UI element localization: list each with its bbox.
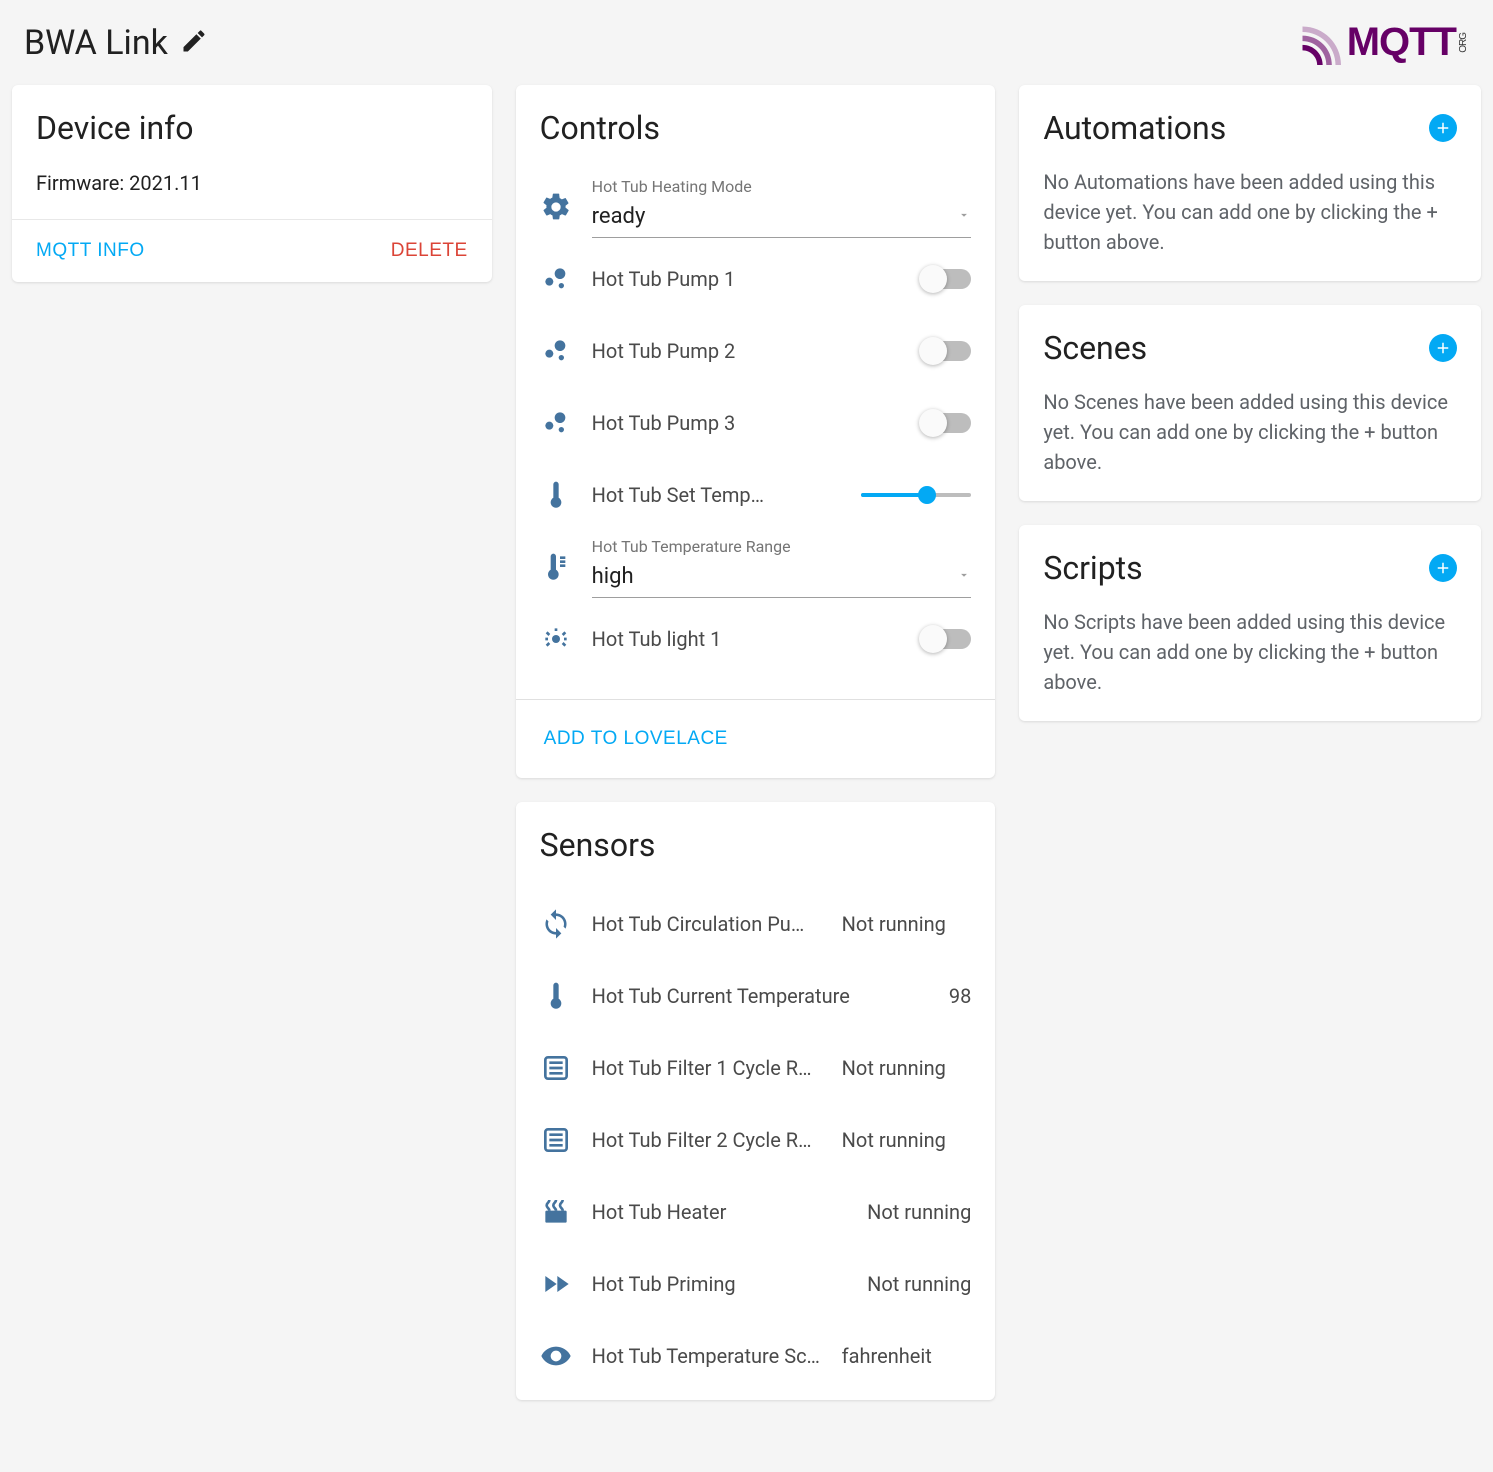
fast-forward-icon xyxy=(540,1268,572,1300)
thermometer-icon xyxy=(540,980,572,1012)
sensor-row: Hot Tub Heater Not running xyxy=(540,1176,972,1248)
add-scene-button[interactable] xyxy=(1429,334,1457,362)
bubbles-icon xyxy=(540,263,572,295)
sensors-card: Sensors Hot Tub Circulation Pu… Not runn… xyxy=(516,802,996,1400)
pump2-label: Hot Tub Pump 2 xyxy=(592,339,902,363)
page-title: BWA Link xyxy=(24,23,168,63)
heating-mode-row: Hot Tub Heating Mode ready xyxy=(540,171,972,243)
mqtt-wave-icon xyxy=(1297,21,1341,65)
sensor-row: Hot Tub Filter 1 Cycle R… Not running xyxy=(540,1032,972,1104)
add-automation-button[interactable] xyxy=(1429,114,1457,142)
delete-button[interactable]: DELETE xyxy=(391,234,468,268)
automations-title: Automations xyxy=(1043,109,1226,147)
set-temp-label: Hot Tub Set Temp… xyxy=(592,483,842,507)
scripts-title: Scripts xyxy=(1043,549,1142,587)
set-temp-slider[interactable] xyxy=(861,493,971,497)
scenes-card: Scenes No Scenes have been added using t… xyxy=(1019,305,1481,501)
add-to-lovelace-button[interactable]: ADD TO LOVELACE xyxy=(544,722,728,756)
sensor-row: Hot Tub Priming Not running xyxy=(540,1248,972,1320)
pump3-label: Hot Tub Pump 3 xyxy=(592,411,902,435)
automations-card: Automations No Automations have been add… xyxy=(1019,85,1481,281)
sensor-row: Hot Tub Temperature Sc… fahrenheit xyxy=(540,1320,972,1392)
edit-title-icon[interactable] xyxy=(180,27,208,59)
chevron-down-icon xyxy=(957,207,971,226)
eye-icon xyxy=(540,1340,572,1372)
temp-range-row: Hot Tub Temperature Range high xyxy=(540,531,972,603)
sensors-title: Sensors xyxy=(540,826,972,864)
pump1-switch[interactable] xyxy=(921,269,971,289)
temp-range-select[interactable]: high xyxy=(592,560,972,598)
controls-title: Controls xyxy=(540,109,972,147)
filter-icon xyxy=(540,1124,572,1156)
logo-text: MQTT xyxy=(1347,20,1456,65)
mqtt-info-button[interactable]: MQTT INFO xyxy=(36,234,145,268)
logo-suffix: ORG xyxy=(1458,33,1469,53)
chevron-down-icon xyxy=(957,567,971,586)
filter-icon xyxy=(540,1052,572,1084)
heating-mode-select[interactable]: ready xyxy=(592,200,972,238)
pump1-label: Hot Tub Pump 1 xyxy=(592,267,902,291)
heating-mode-label: Hot Tub Heating Mode xyxy=(592,177,972,196)
pump3-row: Hot Tub Pump 3 xyxy=(540,387,972,459)
sync-icon xyxy=(540,908,572,940)
thermometer-icon xyxy=(540,479,572,511)
light1-switch[interactable] xyxy=(921,629,971,649)
scripts-card: Scripts No Scripts have been added using… xyxy=(1019,525,1481,721)
mqtt-logo: MQTT ORG xyxy=(1297,20,1469,65)
firmware-row: Firmware: 2021.11 xyxy=(36,171,468,195)
pump2-switch[interactable] xyxy=(921,341,971,361)
gear-icon xyxy=(540,191,572,223)
light1-label: Hot Tub light 1 xyxy=(592,627,902,651)
device-info-card: Device info Firmware: 2021.11 MQTT INFO … xyxy=(12,85,492,282)
pump2-row: Hot Tub Pump 2 xyxy=(540,315,972,387)
add-script-button[interactable] xyxy=(1429,554,1457,582)
device-info-title: Device info xyxy=(36,109,468,147)
sensor-row: Hot Tub Current Temperature 98 xyxy=(540,960,972,1032)
controls-card: Controls Hot Tub Heating Mode ready xyxy=(516,85,996,778)
pump3-switch[interactable] xyxy=(921,413,971,433)
sensor-row: Hot Tub Filter 2 Cycle R… Not running xyxy=(540,1104,972,1176)
heater-icon xyxy=(540,1196,572,1228)
scenes-empty-text: No Scenes have been added using this dev… xyxy=(1043,387,1457,477)
temp-range-label: Hot Tub Temperature Range xyxy=(592,537,972,556)
light-icon xyxy=(540,623,572,655)
pump1-row: Hot Tub Pump 1 xyxy=(540,243,972,315)
scripts-empty-text: No Scripts have been added using this de… xyxy=(1043,607,1457,697)
bubbles-icon xyxy=(540,407,572,439)
sensor-row: Hot Tub Circulation Pu… Not running xyxy=(540,888,972,960)
set-temp-row: Hot Tub Set Temp… xyxy=(540,459,972,531)
scenes-title: Scenes xyxy=(1043,329,1147,367)
bubbles-icon xyxy=(540,335,572,367)
automations-empty-text: No Automations have been added using thi… xyxy=(1043,167,1457,257)
page-header: BWA Link MQTT ORG xyxy=(12,12,1481,85)
light1-row: Hot Tub light 1 xyxy=(540,603,972,675)
thermometer-lines-icon xyxy=(540,551,572,583)
